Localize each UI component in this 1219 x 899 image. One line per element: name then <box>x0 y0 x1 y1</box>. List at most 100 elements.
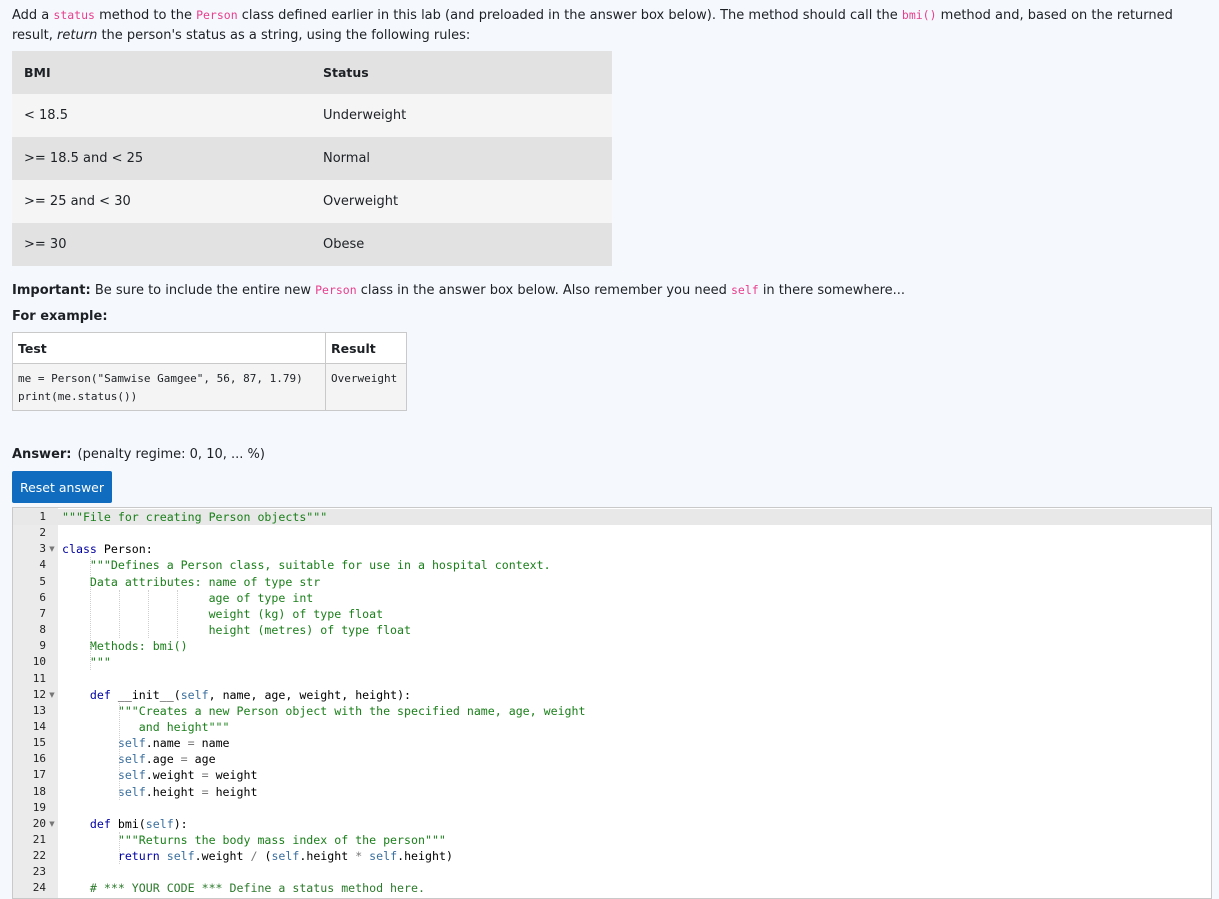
code-line-text: weight (kg) of type float <box>62 606 384 621</box>
status-cell: Underweight <box>311 94 612 137</box>
code-line-text: self.name = name <box>117 736 230 751</box>
editor-line[interactable]: 15 self.name = name <box>13 735 1211 751</box>
person-code: Person <box>315 283 357 297</box>
line-number: 11 <box>32 671 46 685</box>
editor-line[interactable]: 9 Methods: bmi() <box>13 638 1211 654</box>
line-number: 9 <box>39 639 46 653</box>
editor-line[interactable]: 8 height (metres) of type float <box>13 622 1211 638</box>
answer-label: Answer: <box>12 447 72 462</box>
line-number: 4 <box>39 558 46 572</box>
indent-guide <box>119 589 120 639</box>
editor-line[interactable]: 20 ▼ def bmi(self): <box>13 816 1211 832</box>
editor-line[interactable]: 14 and height""" <box>13 719 1211 735</box>
indent-guide <box>177 589 178 639</box>
code-line-text: Methods: bmi() <box>62 639 188 654</box>
test-code-cell: me = Person("Samwise Gamgee", 56, 87, 1.… <box>12 363 326 411</box>
line-number: 20 <box>32 816 46 830</box>
code-line-text: def bmi(self): <box>89 816 188 831</box>
status-code: status <box>53 8 95 22</box>
editor-line[interactable]: 1 """File for creating Person objects""" <box>13 509 1211 525</box>
line-number: 3 <box>39 542 46 556</box>
indent-guide <box>119 702 120 800</box>
editor-line[interactable]: 23 <box>13 864 1211 880</box>
result-header: Result <box>325 332 407 364</box>
code-line-text: class Person: <box>62 542 153 557</box>
line-number: 14 <box>32 719 46 733</box>
line-number: 17 <box>32 768 46 782</box>
editor-line[interactable]: 6 age of type int <box>13 590 1211 606</box>
question-intro: Add a status method to the Person class … <box>12 8 1173 43</box>
bmi-rules-table: BMI Status < 18.5 Underweight >= 18.5 an… <box>12 51 612 266</box>
editor-line[interactable]: 16 self.age = age <box>13 751 1211 767</box>
person-code: Person <box>196 8 238 22</box>
line-number: 24 <box>32 881 46 895</box>
code-line-text: """File for creating Person objects""" <box>62 510 328 524</box>
line-number: 8 <box>39 623 46 637</box>
reset-answer-button[interactable]: Reset answer <box>12 471 112 503</box>
line-number: 15 <box>32 736 46 750</box>
bmi-cell: >= 25 and < 30 <box>12 180 311 223</box>
fold-arrow-icon[interactable]: ▼ <box>48 687 56 703</box>
code-line-text: age of type int <box>62 590 314 605</box>
code-line-text: height (metres) of type float <box>62 623 412 638</box>
for-example-heading: For example: <box>12 309 108 324</box>
line-number: 7 <box>39 606 46 620</box>
code-line-text: self.age = age <box>117 752 216 767</box>
editor-line[interactable]: 5 Data attributes: name of type str <box>13 574 1211 590</box>
editor-line[interactable]: 22 return self.weight / (self.height * s… <box>13 848 1211 864</box>
important-note: Important: Be sure to include the entire… <box>12 283 906 298</box>
code-line-text: def __init__(self, name, age, weight, he… <box>89 687 412 702</box>
penalty-regime: (penalty regime: 0, 10, ... %) <box>77 447 265 462</box>
code-line-text: and height""" <box>62 719 230 734</box>
self-code: self <box>730 283 759 297</box>
line-number: 5 <box>39 574 46 588</box>
editor-line[interactable]: 7 weight (kg) of type float <box>13 606 1211 622</box>
editor-line[interactable]: 24 # *** YOUR CODE *** Define a status m… <box>13 880 1211 896</box>
editor-line[interactable]: 10 """ <box>13 654 1211 670</box>
code-line-text: """Creates a new Person object with the … <box>62 703 586 718</box>
code-editor[interactable]: 1 """File for creating Person objects""" 2… <box>12 507 1212 899</box>
status-cell: Obese <box>311 223 612 266</box>
editor-line[interactable]: 17 self.weight = weight <box>13 767 1211 783</box>
editor-line[interactable]: 19 <box>13 800 1211 816</box>
code-line-text: self.weight = weight <box>117 768 258 783</box>
table-row: >= 25 and < 30 Overweight <box>12 180 612 223</box>
bmi-cell: >= 30 <box>12 223 311 266</box>
indent-guide <box>148 589 149 639</box>
bmi-header: BMI <box>12 51 311 94</box>
editor-line[interactable]: 18 self.height = height <box>13 784 1211 800</box>
status-header: Status <box>311 51 612 94</box>
fold-arrow-icon[interactable]: ▼ <box>48 541 56 557</box>
line-number: 12 <box>32 687 46 701</box>
code-line-text: return self.weight / (self.height * self… <box>117 849 453 864</box>
line-number: 23 <box>32 865 46 879</box>
editor-line[interactable]: 3 ▼ class Person: <box>13 541 1211 557</box>
code-line-text: # *** YOUR CODE *** Define a status meth… <box>62 881 425 896</box>
fold-arrow-icon[interactable]: ▼ <box>48 816 56 832</box>
line-number: 2 <box>39 526 46 540</box>
line-number: 19 <box>32 800 46 814</box>
editor-line[interactable]: 21 """Returns the body mass index of the… <box>13 832 1211 848</box>
status-cell: Overweight <box>311 180 612 223</box>
table-row: >= 18.5 and < 25 Normal <box>12 137 612 180</box>
test-header: Test <box>12 332 326 364</box>
table-row: < 18.5 Underweight <box>12 94 612 137</box>
bmi-cell: >= 18.5 and < 25 <box>12 137 311 180</box>
editor-line[interactable]: 4 """Defines a Person class, suitable fo… <box>13 557 1211 573</box>
indent-guide <box>119 832 120 865</box>
bmi-code: bmi() <box>901 8 937 22</box>
bmi-cell: < 18.5 <box>12 94 311 137</box>
line-number: 18 <box>32 784 46 798</box>
editor-line[interactable]: 11 <box>13 671 1211 687</box>
editor-line[interactable]: 2 <box>13 525 1211 541</box>
code-line-text: Data attributes: name of type str <box>62 574 321 589</box>
table-row: me = Person("Samwise Gamgee", 56, 87, 1.… <box>12 363 407 411</box>
line-number: 1 <box>39 510 46 523</box>
code-line-text: self.height = height <box>117 784 258 799</box>
answer-label-row: Answer: (penalty regime: 0, 10, ... %) <box>12 445 265 465</box>
editor-line[interactable]: 12 ▼ def __init__(self, name, age, weight… <box>13 687 1211 703</box>
line-number: 6 <box>39 590 46 604</box>
editor-line[interactable]: 13 """Creates a new Person object with t… <box>13 703 1211 719</box>
line-number: 10 <box>32 655 46 669</box>
indent-guide <box>90 557 91 671</box>
